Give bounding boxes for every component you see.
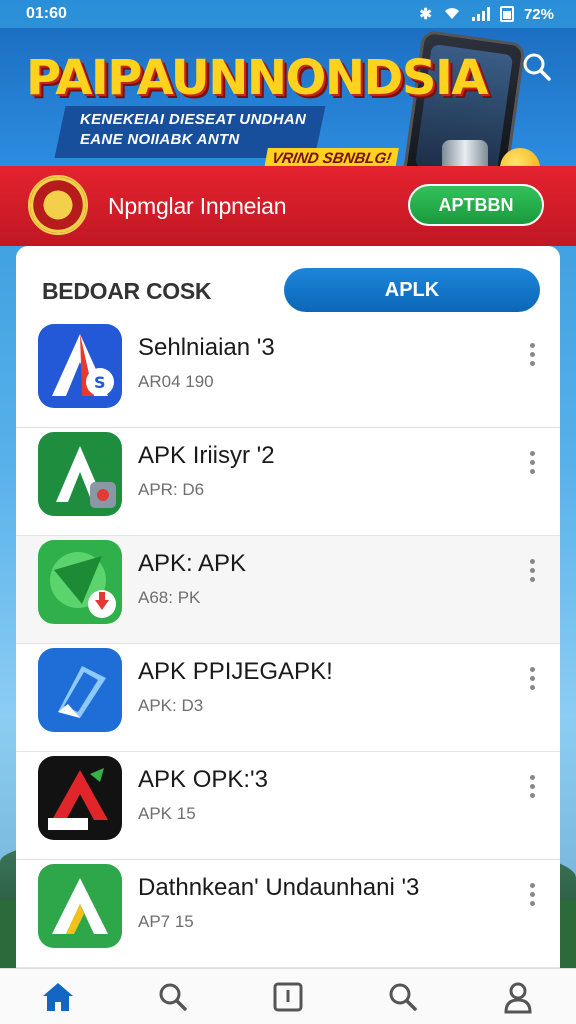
nav-download[interactable] [258, 972, 318, 1022]
list-item[interactable]: Dathnkean' Undaunhani '3 AP7 15 [16, 860, 560, 968]
signal-icon [471, 7, 490, 21]
home-icon [42, 982, 73, 1011]
promo-banner[interactable]: PAIPAUNNONDSIA KENEKEIAI DIESEAT UNDHAN … [0, 28, 576, 166]
banner-badge-text: SBNBLG! [321, 150, 393, 166]
app-meta: AR04 190 [138, 372, 214, 391]
blue-send-icon [38, 648, 122, 732]
search-icon [159, 983, 187, 1011]
app-name: APK: APK [138, 550, 247, 577]
list-item[interactable]: APK Iriisyr '2 APR: D6 [16, 428, 560, 536]
app-name: APK OPK:'3 [138, 766, 268, 793]
banner-badge: VRIND SBNBLG! [264, 148, 400, 166]
app-meta: AP7 15 [138, 912, 194, 931]
list-item[interactable]: APK OPK:'3 APK 15 [16, 752, 560, 860]
app-meta: APK: D3 [138, 696, 204, 715]
section-title: BEDOAR COSK [42, 278, 212, 304]
more-options-icon[interactable] [520, 768, 544, 804]
apk-filter-button[interactable]: APLK [284, 268, 540, 312]
bottom-navigation [0, 968, 576, 1024]
nav-profile[interactable] [488, 972, 548, 1022]
app-name: Dathnkean' Undaunhani '3 [138, 874, 420, 901]
app-meta: APR: D6 [138, 480, 205, 499]
brand-strip: Npmglar Inpneian APTBBN [0, 166, 576, 246]
app-meta: A68: PK [138, 588, 201, 607]
banner-badge-prefix: VRIND [270, 150, 321, 166]
brand-action-button[interactable]: APTBBN [408, 184, 544, 226]
app-name: APK Iriisyr '2 [138, 442, 275, 469]
app-meta: APK 15 [138, 804, 196, 823]
more-options-icon[interactable] [520, 444, 544, 480]
more-options-icon[interactable] [520, 552, 544, 588]
search-icon [389, 983, 417, 1011]
app-name: APK PPIJEGAPK! [138, 658, 333, 685]
app-name: Sehlniaian '3 [138, 334, 275, 361]
status-icons: ✱ 72% [419, 4, 554, 24]
download-icon [273, 982, 303, 1011]
svg-text:S: S [94, 373, 106, 392]
more-options-icon[interactable] [520, 336, 544, 372]
bluetooth-icon: ✱ [419, 6, 432, 23]
status-bar: 01:60 ✱ 72% [0, 0, 576, 28]
blue-a-icon: S [38, 324, 122, 408]
battery-icon [499, 6, 514, 22]
green-triangle-icon [38, 864, 122, 948]
list-item[interactable]: APK PPIJEGAPK! APK: D3 [16, 644, 560, 752]
banner-subtitle-line-2: EANE NOIIABK ANTN [80, 131, 240, 148]
nav-search-2[interactable] [373, 972, 433, 1022]
app-list: S Sehlniaian '3 AR04 190 APK Iriisyr '2 … [16, 320, 560, 968]
emblem-logo-icon [28, 175, 88, 235]
banner-can-image [442, 140, 488, 166]
card-header: BEDOAR COSK APLK [16, 246, 560, 320]
banner-subtitle-line-1: KENEKEIAI DIESEAT UNDHAN [80, 111, 307, 128]
app-list-card: BEDOAR COSK APLK S Sehlniaian '3 AR04 19… [16, 246, 560, 976]
status-time: 01:60 [26, 5, 67, 22]
banner-title: PAIPAUNNONDSIA [26, 50, 488, 106]
list-item[interactable]: APK: APK A68: PK [16, 536, 560, 644]
search-icon[interactable] [520, 50, 554, 84]
wifi-icon [442, 4, 462, 24]
more-options-icon[interactable] [520, 660, 544, 696]
green-arrow-icon [38, 540, 122, 624]
more-options-icon[interactable] [520, 876, 544, 912]
battery-level: 72% [523, 5, 554, 23]
nav-home[interactable] [28, 972, 88, 1022]
list-item[interactable]: S Sehlniaian '3 AR04 190 [16, 320, 560, 428]
brand-name: Npmglar Inpneian [108, 193, 287, 219]
green-a-icon [38, 432, 122, 516]
profile-icon [504, 982, 532, 1013]
banner-subtitle: KENEKEIAI DIESEAT UNDHAN EANE NOIIABK AN… [80, 110, 330, 150]
black-a-icon [38, 756, 122, 840]
nav-search[interactable] [143, 972, 203, 1022]
